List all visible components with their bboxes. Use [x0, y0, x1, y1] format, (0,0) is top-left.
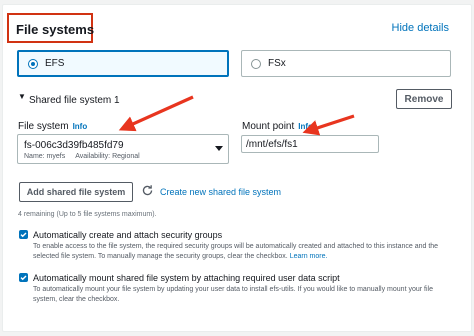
auto-security-groups-desc-line1: To enable access to the file system, the…: [33, 243, 439, 250]
fsx-option-tile[interactable]: FSx: [241, 50, 451, 77]
fsx-radio[interactable]: [251, 58, 261, 69]
mount-point-label: Mount point Info: [242, 121, 313, 132]
file-system-label: File system Info: [18, 121, 87, 132]
shared-file-system-title: Shared file system 1: [29, 95, 120, 106]
auto-mount-desc-line1: To automatically mount your file system …: [33, 286, 433, 293]
file-systems-panel: File systems Hide details EFS FSx ▼ Shar…: [2, 4, 472, 332]
auto-security-groups-desc-text: selected file system. To manually manage…: [33, 253, 288, 260]
auto-security-groups-desc-line2: selected file system. To manually manage…: [33, 252, 327, 262]
efs-option-label: EFS: [45, 58, 65, 69]
checkmark-icon: [20, 232, 27, 238]
auto-mount-checkbox[interactable]: [19, 273, 28, 282]
file-system-label-text: File system: [18, 121, 69, 132]
auto-security-groups-title: Automatically create and attach security…: [33, 230, 223, 240]
efs-option-tile[interactable]: EFS: [17, 50, 229, 77]
learn-more-link[interactable]: Learn more.: [290, 253, 328, 260]
file-system-info-link[interactable]: Info: [73, 122, 88, 131]
file-system-select[interactable]: fs-006c3d39fb485fd79 Name: myefs Availabi…: [17, 134, 229, 164]
file-system-name-meta: Name: myefs: [24, 153, 66, 160]
checkmark-icon: [20, 275, 27, 281]
file-system-select-meta: Name: myefs Availability: Regional: [24, 153, 140, 160]
file-system-availability-meta: Availability: Regional: [75, 153, 140, 160]
add-shared-file-system-button[interactable]: Add shared file system: [19, 182, 133, 202]
create-new-shared-file-system-link[interactable]: Create new shared file system: [160, 187, 281, 197]
hide-details-link[interactable]: Hide details: [392, 22, 449, 34]
auto-mount-desc-line2: system, clear the checkbox.: [33, 296, 120, 303]
refresh-icon[interactable]: [141, 184, 154, 197]
remaining-count-text: 4 remaining (Up to 5 file systems maximu…: [18, 211, 157, 218]
auto-security-groups-checkbox[interactable]: [19, 230, 28, 239]
remove-button[interactable]: Remove: [396, 89, 452, 109]
efs-radio[interactable]: [28, 58, 38, 69]
mount-point-input[interactable]: [241, 135, 379, 153]
auto-mount-title: Automatically mount shared file system b…: [33, 273, 340, 283]
mount-point-info-link[interactable]: Info: [298, 122, 313, 131]
page-title: File systems: [16, 22, 95, 37]
fsx-option-label: FSx: [268, 58, 286, 69]
collapse-caret-icon[interactable]: ▼: [18, 92, 26, 101]
chevron-down-icon: [215, 146, 223, 151]
mount-point-label-text: Mount point: [242, 121, 295, 132]
file-system-select-value: fs-006c3d39fb485fd79: [24, 140, 124, 151]
